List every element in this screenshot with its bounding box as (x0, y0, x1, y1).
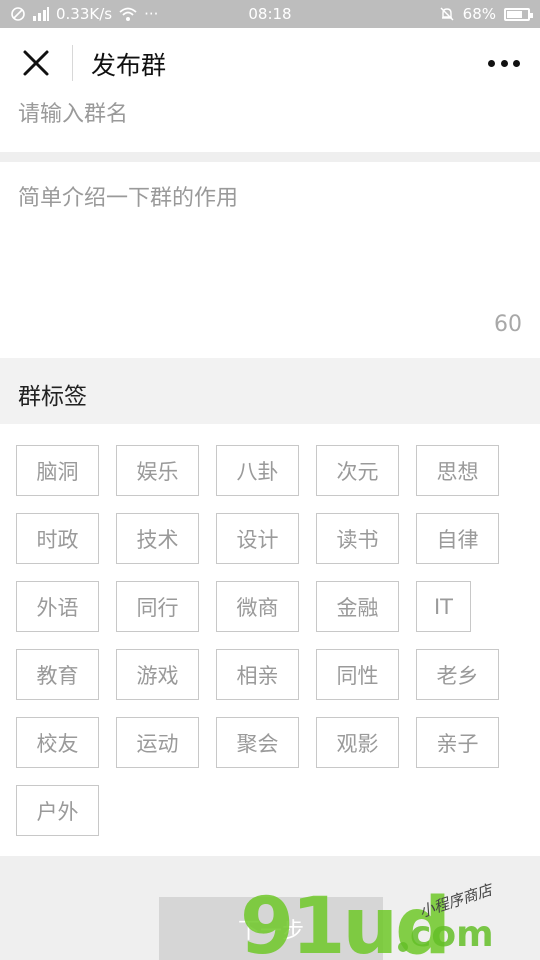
tag-option[interactable]: 娱乐 (116, 445, 199, 496)
tag-option[interactable]: 聚会 (216, 717, 299, 768)
tag-option[interactable]: 金融 (316, 581, 399, 632)
page-title: 发布群 (91, 51, 167, 80)
tag-option[interactable]: 游戏 (116, 649, 199, 700)
status-right: 68% (439, 5, 533, 23)
mute-icon (440, 7, 454, 21)
tag-section-title: 群标签 (18, 384, 87, 410)
tag-option[interactable]: 时政 (16, 513, 99, 564)
tag-option[interactable]: 校友 (16, 717, 99, 768)
close-button[interactable] (18, 45, 54, 81)
bottom-area: 下一步 91ud com 小程序商店 (0, 856, 540, 960)
tag-option[interactable]: 同性 (316, 649, 399, 700)
tag-area: 脑洞 娱乐 八卦 次元 思想 时政 技术 设计 读书 自律 外语 同行 微商 金… (0, 424, 540, 856)
close-icon (23, 50, 49, 76)
battery-fill (507, 10, 522, 18)
battery-icon (504, 7, 533, 21)
title-divider (72, 45, 73, 81)
status-bar: 0.33K/s ··· 08:18 68% (0, 0, 540, 28)
group-name-section (0, 98, 540, 152)
tag-option[interactable]: 教育 (16, 649, 99, 700)
more-button[interactable] (488, 53, 520, 73)
tag-option[interactable]: 观影 (316, 717, 399, 768)
tag-option[interactable]: 微商 (216, 581, 299, 632)
tag-option[interactable]: 运动 (116, 717, 199, 768)
tag-option[interactable]: 读书 (316, 513, 399, 564)
tag-option[interactable]: 设计 (216, 513, 299, 564)
watermark-dot (398, 942, 408, 952)
tag-option[interactable]: 自律 (416, 513, 499, 564)
more-icon-dot (513, 59, 520, 67)
group-name-input[interactable] (18, 98, 518, 130)
more-icon-dot (488, 59, 495, 67)
tag-option[interactable]: 户外 (16, 785, 99, 836)
tag-option[interactable]: 思想 (416, 445, 499, 496)
tag-grid: 脑洞 娱乐 八卦 次元 思想 时政 技术 设计 读书 自律 外语 同行 微商 金… (16, 445, 516, 836)
tag-option[interactable]: 外语 (16, 581, 99, 632)
tag-option[interactable]: 同行 (116, 581, 199, 632)
more-icon-dot (500, 59, 508, 67)
watermark-logo: 91ud com 小程序商店 (230, 856, 540, 960)
char-count: 60 (494, 312, 522, 337)
tag-option[interactable]: 八卦 (216, 445, 299, 496)
tag-option[interactable]: 亲子 (416, 717, 499, 768)
group-intro-section: 60 (0, 162, 540, 358)
tag-option[interactable]: 技术 (116, 513, 199, 564)
tag-option[interactable]: 相亲 (216, 649, 299, 700)
battery-percent: 68% (462, 5, 496, 23)
title-bar: 发布群 (0, 28, 540, 98)
tag-option[interactable]: 老乡 (416, 649, 499, 700)
tag-option[interactable]: 次元 (316, 445, 399, 496)
group-intro-textarea[interactable] (18, 180, 518, 310)
tag-option[interactable]: IT (416, 581, 471, 632)
tag-option[interactable]: 脑洞 (16, 445, 99, 496)
tag-header: 群标签 (0, 358, 540, 424)
